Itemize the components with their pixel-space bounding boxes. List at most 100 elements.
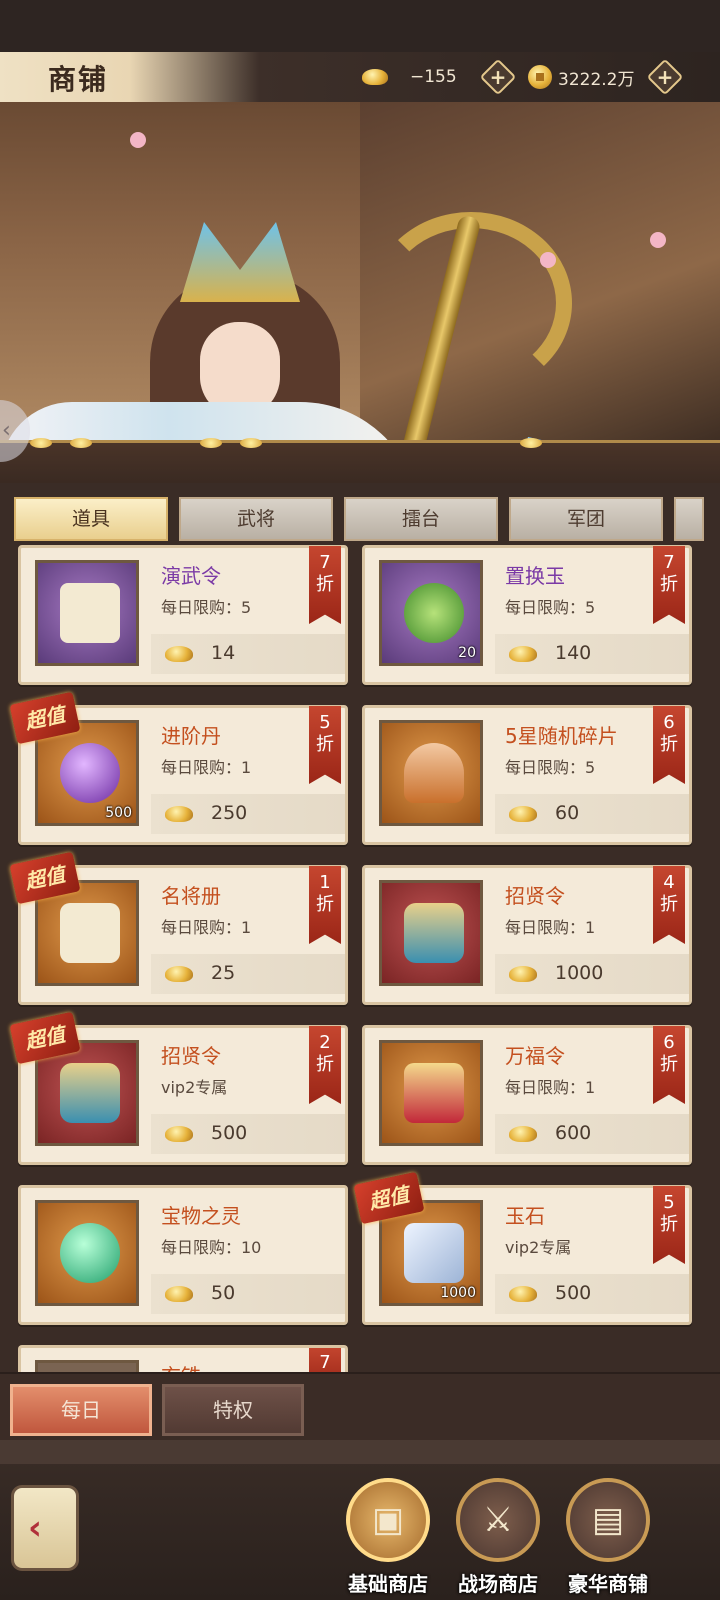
item-icon: [35, 560, 139, 666]
item-name: 5星随机碎片: [505, 724, 618, 748]
price-bar: 14: [151, 634, 345, 674]
recruit-token-icon: [60, 1063, 120, 1123]
page-title: 商铺: [48, 63, 109, 96]
nav-label: 豪华商铺: [568, 1572, 648, 1596]
add-coin-button[interactable]: +: [646, 58, 684, 96]
discount-tag: 7 折: [653, 546, 685, 624]
shop-item-card[interactable]: 1000 玉石 vip2专属 500 5 折 超值: [353, 1171, 692, 1325]
tab-arena[interactable]: 擂台: [344, 497, 498, 541]
shop-item-card[interactable]: 500 进阶丹 每日限购：1 250 5 折 超值: [9, 691, 348, 845]
back-arrow-icon: ‹: [28, 1508, 43, 1548]
item-price: 600: [555, 1122, 592, 1144]
item-price: 1000: [555, 962, 604, 984]
shop-banner-illustration: [0, 102, 720, 447]
shop-item-card[interactable]: 演武令 每日限购：5 14 7 折: [18, 545, 348, 685]
status-strip: [0, 0, 720, 52]
gold-ingot-icon: [509, 806, 537, 822]
item-quantity: 500: [105, 805, 132, 821]
bottom-navigation: ‹ ▣ 基础商店 ⚔ 战场商店 ▤ 豪华商铺: [0, 1440, 720, 1600]
gold-ingot-icon: [165, 806, 193, 822]
purchase-limit: 每日限购：10: [161, 1238, 262, 1257]
item-icon: [379, 1040, 483, 1146]
gold-ingot-icon: [509, 966, 537, 982]
price-bar: 60: [495, 794, 689, 834]
price-bar: 50: [151, 1274, 345, 1314]
item-price: 60: [555, 802, 580, 824]
add-ingot-button[interactable]: +: [479, 58, 517, 96]
coin-icon: [520, 438, 542, 448]
nav-luxury-shop[interactable]: ▤ 豪华商铺: [560, 1478, 656, 1600]
discount-value: 6 折: [660, 1032, 678, 1075]
purchase-limit: 每日限购：5: [505, 758, 596, 777]
shop-subtab-bar: 每日 特权: [0, 1372, 720, 1440]
gold-ingot-icon: [509, 1126, 537, 1142]
discount-tag: 2 折: [309, 1026, 341, 1104]
discount-value: 5 折: [316, 712, 334, 755]
tab-generals[interactable]: 武将: [179, 497, 333, 541]
gold-ingot-icon: [509, 646, 537, 662]
item-icon: [379, 720, 483, 826]
price-bar: 1000: [495, 954, 689, 994]
subtab-daily[interactable]: 每日: [10, 1384, 152, 1436]
discount-value: 6 折: [660, 712, 678, 755]
tab-legion[interactable]: 军团: [509, 497, 663, 541]
nav-basic-shop[interactable]: ▣ 基础商店: [340, 1478, 436, 1600]
coin-icon: [70, 438, 92, 448]
shop-item-card[interactable]: 招贤令 每日限购：1 1000 4 折: [362, 865, 692, 1005]
treasure-chest-icon: ▣: [346, 1478, 430, 1562]
discount-tag: 1 折: [309, 866, 341, 944]
scroll-icon: [60, 903, 120, 963]
shop-item-card[interactable]: 招贤令 vip2专属 500 2 折 超值: [9, 1011, 348, 1165]
item-quantity: 20: [458, 645, 476, 661]
discount-tag: 6 折: [653, 1026, 685, 1104]
gold-ingot-icon: [165, 1126, 193, 1142]
character-crown: [180, 222, 300, 302]
crossed-swords-icon: ⚔: [456, 1478, 540, 1562]
item-price: 500: [211, 1122, 248, 1144]
coin-icon: [200, 438, 222, 448]
tab-more[interactable]: [674, 497, 704, 541]
discount-value: 7: [319, 1352, 331, 1373]
discount-value: 1 折: [316, 872, 334, 915]
shop-item-card[interactable]: 万福令 每日限购：1 600 6 折: [362, 1025, 692, 1165]
coin-value: 3222.2万: [558, 69, 635, 90]
purchase-limit: 每日限购：5: [161, 598, 252, 617]
shop-item-card[interactable]: 宝物之灵 每日限购：10 50: [18, 1185, 348, 1325]
back-button[interactable]: ‹: [14, 1488, 76, 1568]
nav-divider: [0, 1440, 720, 1464]
item-price: 50: [211, 1282, 236, 1304]
gold-ingot-icon: [362, 69, 388, 85]
price-bar: 500: [151, 1114, 345, 1154]
purchase-limit: 每日限购：5: [505, 598, 596, 617]
jade-stone-icon: [404, 1223, 464, 1283]
coin-icon: [240, 438, 262, 448]
shop-item-card[interactable]: 20 置换玉 每日限购：5 140 7 折: [362, 545, 692, 685]
gold-ingot-icon: [165, 1286, 193, 1302]
nav-battlefield-shop[interactable]: ⚔ 战场商店: [450, 1478, 546, 1600]
discount-value: 5 折: [660, 1192, 678, 1235]
item-price: 250: [211, 802, 248, 824]
gold-ingot-icon: [509, 1286, 537, 1302]
subtab-privilege[interactable]: 特权: [162, 1384, 304, 1436]
jade-dragon-icon: [404, 583, 464, 643]
tab-items[interactable]: 道具: [14, 497, 168, 541]
purchase-limit: 每日限购：1: [505, 1078, 596, 1097]
price-bar: 25: [151, 954, 345, 994]
price-bar: 250: [151, 794, 345, 834]
coin-currency: 3222.2万: [528, 62, 634, 92]
purchase-limit: 每日限购：1: [505, 918, 596, 937]
shop-header: 商铺 −155 + 3222.2万 +: [0, 52, 720, 104]
shop-item-card[interactable]: 5星随机碎片 每日限购：5 60 6 折: [362, 705, 692, 845]
nav-label: 战场商店: [458, 1572, 538, 1596]
item-price: 140: [555, 642, 592, 664]
item-name: 名将册: [161, 884, 221, 908]
purchase-limit: 每日限购：1: [161, 758, 252, 777]
shop-item-card[interactable]: 名将册 每日限购：1 25 1 折 超值: [9, 851, 348, 1005]
luxury-chest-icon: ▤: [566, 1478, 650, 1562]
coin-icon: [30, 438, 52, 448]
item-name: 演武令: [161, 564, 221, 588]
item-name: 招贤令: [505, 884, 565, 908]
counter-table: [0, 440, 720, 483]
discount-tag: 5 折: [653, 1186, 685, 1264]
discount-value: 7 折: [660, 552, 678, 595]
